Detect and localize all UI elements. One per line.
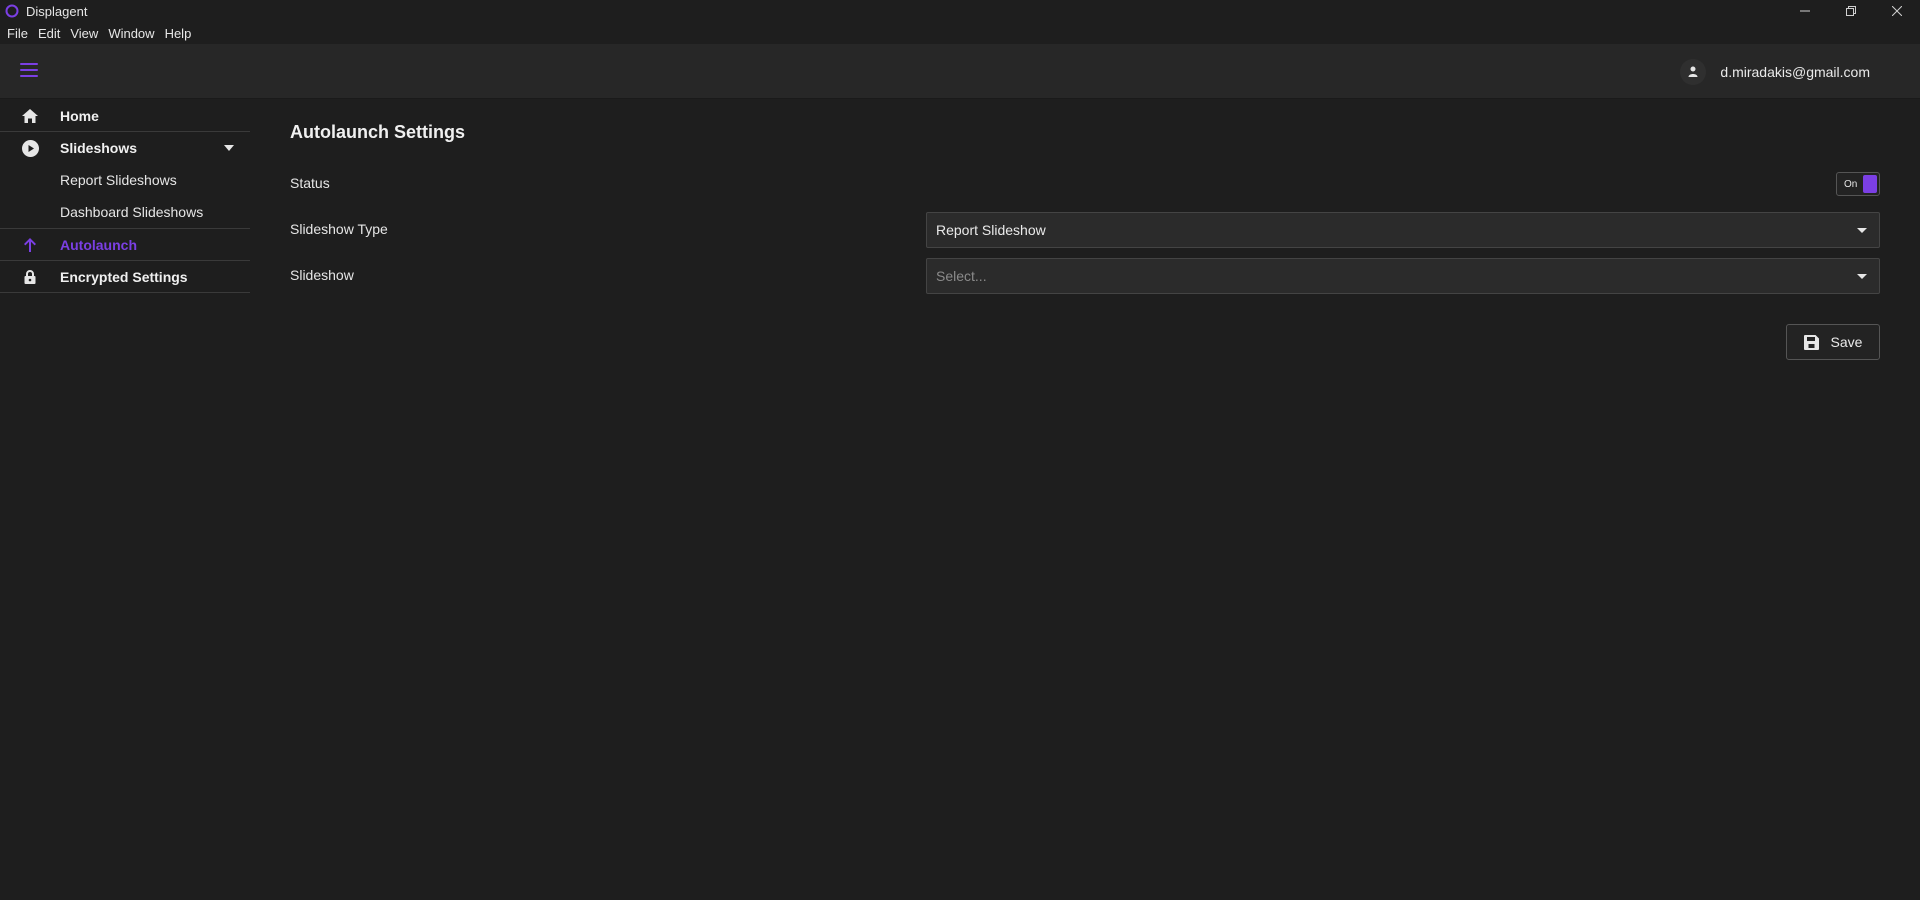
app-header: d.miradakis@gmail.com (0, 44, 1920, 99)
sidebar-item-label: Home (60, 107, 99, 124)
toggle-knob (1863, 175, 1877, 193)
slideshows-group: Slideshows Report Slideshows Dashboard S… (0, 132, 250, 229)
restore-button[interactable] (1828, 0, 1874, 22)
home-icon (0, 108, 60, 123)
slideshow-type-label: Slideshow Type (290, 221, 388, 237)
sidebar-item-label: Autolaunch (60, 236, 137, 253)
chevron-down-icon (1857, 274, 1867, 279)
save-icon (1803, 334, 1819, 350)
sidebar: Home Slideshows Report Slideshows Dashbo… (0, 100, 250, 293)
user-icon (1680, 58, 1707, 85)
menu-view[interactable]: View (66, 26, 102, 41)
save-label: Save (1830, 334, 1863, 350)
sidebar-item-label: Report Slideshows (60, 172, 177, 188)
sidebar-item-autolaunch[interactable]: Autolaunch (0, 229, 250, 261)
sidebar-item-encrypted-settings[interactable]: Encrypted Settings (0, 261, 250, 293)
menu-file[interactable]: File (3, 26, 32, 41)
page-title: Autolaunch Settings (290, 122, 465, 142)
select-placeholder: Select... (936, 268, 987, 284)
slideshow-label: Slideshow (290, 267, 354, 283)
menu-edit[interactable]: Edit (34, 26, 64, 41)
close-icon (1892, 6, 1902, 16)
hamburger-icon[interactable] (20, 63, 38, 77)
restore-icon (1846, 6, 1856, 16)
status-label: Status (290, 175, 330, 191)
menu-window[interactable]: Window (104, 26, 158, 41)
user-email: d.miradakis@gmail.com (1720, 63, 1870, 80)
menu-bar: File Edit View Window Help (0, 22, 1920, 44)
sidebar-item-home[interactable]: Home (0, 100, 250, 132)
close-button[interactable] (1874, 0, 1920, 22)
sidebar-item-report-slideshows[interactable]: Report Slideshows (0, 164, 250, 196)
sidebar-item-label: Dashboard Slideshows (60, 204, 204, 220)
menu-help[interactable]: Help (161, 26, 196, 41)
window-titlebar: Displagent (0, 0, 1920, 22)
window-title: Displagent (26, 3, 88, 19)
app-logo-icon (5, 4, 19, 18)
chevron-down-icon (1857, 228, 1867, 233)
save-button[interactable]: Save (1786, 324, 1880, 360)
play-circle-icon (0, 139, 60, 157)
minimize-icon (1800, 10, 1810, 12)
arrow-up-icon (0, 237, 60, 252)
status-toggle[interactable]: On (1836, 172, 1880, 196)
sidebar-item-label: Encrypted Settings (60, 268, 188, 285)
select-value: Report Slideshow (936, 222, 1046, 238)
lock-icon (0, 269, 60, 284)
user-area[interactable]: d.miradakis@gmail.com (1680, 44, 1870, 99)
toggle-label: On (1844, 178, 1858, 190)
sidebar-item-label: Slideshows (60, 140, 138, 156)
sidebar-item-slideshows[interactable]: Slideshows (0, 132, 250, 164)
slideshow-type-select[interactable]: Report Slideshow (926, 212, 1880, 248)
window-controls (1782, 0, 1920, 22)
minimize-button[interactable] (1782, 0, 1828, 22)
sidebar-item-dashboard-slideshows[interactable]: Dashboard Slideshows (0, 196, 250, 228)
slideshow-select[interactable]: Select... (926, 258, 1880, 294)
chevron-down-icon (224, 145, 234, 151)
